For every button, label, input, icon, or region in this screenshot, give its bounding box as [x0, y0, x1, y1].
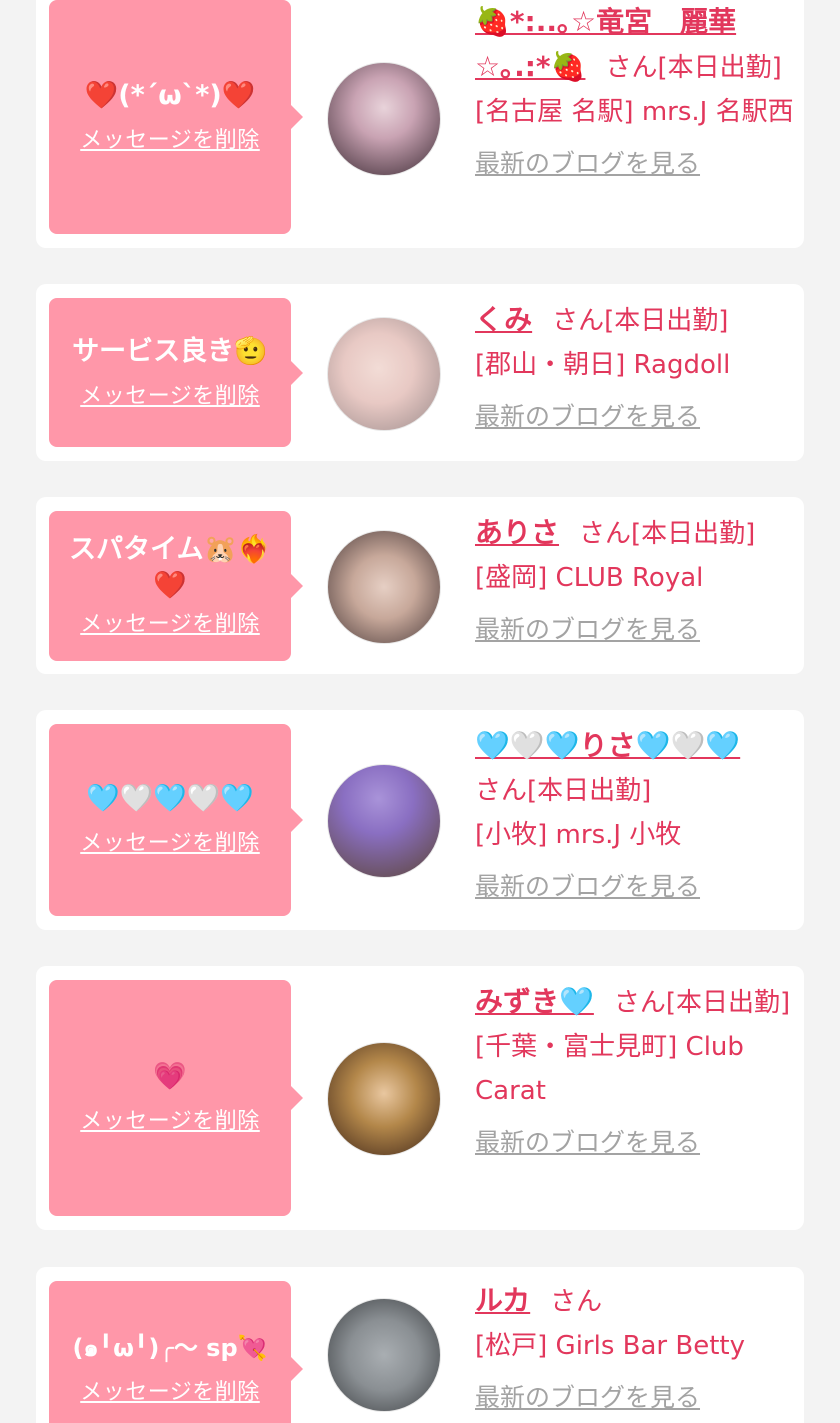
delete-message-link[interactable]: メッセージを削除: [80, 382, 260, 412]
message-bubble: ❤️(*´ω`*)❤️ メッセージを削除: [49, 0, 303, 234]
avatar[interactable]: [327, 530, 441, 644]
favorite-card: 🩵🤍🩵🤍🩵 メッセージを削除 🩵🤍🩵りさ🩵🤍🩵 さん[本日出勤] [小牧] mr…: [36, 710, 804, 930]
work-status: [本日出勤]: [665, 988, 791, 1018]
delete-message-link[interactable]: メッセージを削除: [80, 610, 260, 640]
delete-message-link[interactable]: メッセージを削除: [80, 829, 260, 859]
shop-name: [松戸] Girls Bar Betty: [475, 1331, 745, 1361]
latest-blog-link[interactable]: 最新のブログを見る: [475, 142, 795, 186]
honorific: さん: [475, 776, 528, 806]
shop-name: [郡山・朝日] Ragdoll: [475, 350, 731, 380]
cast-info: 🍓*:..｡☆竜宮 麗華☆｡.:*🍓 さん[本日出勤] [名古屋 名駅] mrs.…: [475, 0, 795, 186]
cast-info: みずき🩵 さん[本日出勤] [千葉・富士見町] Club Carat 最新のブログ…: [475, 980, 795, 1165]
honorific: さん: [605, 53, 658, 83]
avatar[interactable]: [327, 1298, 441, 1412]
favorite-card: ❤️(*´ω`*)❤️ メッセージを削除 🍓*:..｡☆竜宮 麗華☆｡.:*🍓 さ…: [36, 0, 804, 248]
delete-message-link[interactable]: メッセージを削除: [80, 1378, 260, 1408]
cast-info: 🩵🤍🩵りさ🩵🤍🩵 さん[本日出勤] [小牧] mrs.J 小牧 最新のブログを見…: [475, 724, 795, 909]
message-bubble: 🩵🤍🩵🤍🩵 メッセージを削除: [49, 724, 303, 916]
bubble-message: スパタイム🐹❤️‍🔥❤️: [69, 534, 271, 601]
message-bubble: サービス良き🫡 メッセージを削除: [49, 298, 303, 447]
shop-name: [盛岡] CLUB Royal: [475, 563, 704, 593]
honorific: さん: [552, 306, 605, 336]
work-status: [本日出勤]: [657, 53, 782, 83]
avatar[interactable]: [327, 1042, 441, 1156]
latest-blog-link[interactable]: 最新のブログを見る: [475, 1376, 795, 1420]
message-bubble: (๑╹ω╹)╭〜 sp💘 メッセージを削除: [49, 1281, 303, 1423]
latest-blog-link[interactable]: 最新のブログを見る: [475, 395, 795, 439]
avatar[interactable]: [327, 317, 441, 431]
bubble-message: 🩵🤍🩵🤍🩵: [85, 783, 255, 814]
bubble-message: (๑╹ω╹)╭〜 sp💘: [72, 1334, 268, 1362]
honorific: さん: [550, 1287, 603, 1317]
message-bubble: 💗 メッセージを削除: [49, 980, 303, 1216]
cast-info: ありさ さん[本日出勤] [盛岡] CLUB Royal 最新のブログを見る: [475, 511, 795, 652]
shop-name: [名古屋 名駅] mrs.J 名駅西: [475, 97, 794, 127]
cast-name-link[interactable]: ルカ: [475, 1284, 530, 1317]
shop-name: [千葉・富士見町] Club Carat: [475, 1032, 744, 1106]
cast-info: ルカ さん [松戸] Girls Bar Betty 最新のブログを見る: [475, 1279, 795, 1420]
honorific: さん: [579, 519, 632, 549]
favorite-card: サービス良き🫡 メッセージを削除 くみ さん[本日出勤] [郡山・朝日] Ragd…: [36, 284, 804, 461]
cast-name-link[interactable]: みずき🩵: [475, 985, 594, 1018]
avatar[interactable]: [327, 62, 441, 176]
latest-blog-link[interactable]: 最新のブログを見る: [475, 865, 795, 909]
delete-message-link[interactable]: メッセージを削除: [80, 126, 260, 156]
bubble-message: 💗: [153, 1061, 187, 1092]
avatar[interactable]: [327, 764, 441, 878]
favorite-card: 💗 メッセージを削除 みずき🩵 さん[本日出勤] [千葉・富士見町] Club C…: [36, 966, 804, 1230]
favorite-card: (๑╹ω╹)╭〜 sp💘 メッセージを削除 ルカ さん [松戸] Girls Ba…: [36, 1267, 804, 1423]
work-status: [本日出勤]: [527, 776, 652, 806]
favorites-list: ❤️(*´ω`*)❤️ メッセージを削除 🍓*:..｡☆竜宮 麗華☆｡.:*🍓 さ…: [0, 0, 840, 1423]
work-status: [本日出勤]: [604, 306, 729, 336]
shop-name: [小牧] mrs.J 小牧: [475, 820, 682, 850]
work-status: [本日出勤]: [631, 519, 756, 549]
cast-name-link[interactable]: 🩵🤍🩵りさ🩵🤍🩵: [475, 729, 740, 762]
honorific: さん: [613, 988, 666, 1018]
cast-name-link[interactable]: ありさ: [475, 516, 559, 549]
latest-blog-link[interactable]: 最新のブログを見る: [475, 608, 795, 652]
latest-blog-link[interactable]: 最新のブログを見る: [475, 1121, 795, 1165]
bubble-message: サービス良き🫡: [72, 335, 268, 367]
cast-name-link[interactable]: くみ: [475, 303, 532, 336]
cast-info: くみ さん[本日出勤] [郡山・朝日] Ragdoll 最新のブログを見る: [475, 298, 795, 439]
delete-message-link[interactable]: メッセージを削除: [80, 1107, 260, 1137]
message-bubble: スパタイム🐹❤️‍🔥❤️ メッセージを削除: [49, 511, 303, 661]
favorite-card: スパタイム🐹❤️‍🔥❤️ メッセージを削除 ありさ さん[本日出勤] [盛岡] C…: [36, 497, 804, 674]
bubble-message: ❤️(*´ω`*)❤️: [84, 80, 256, 111]
